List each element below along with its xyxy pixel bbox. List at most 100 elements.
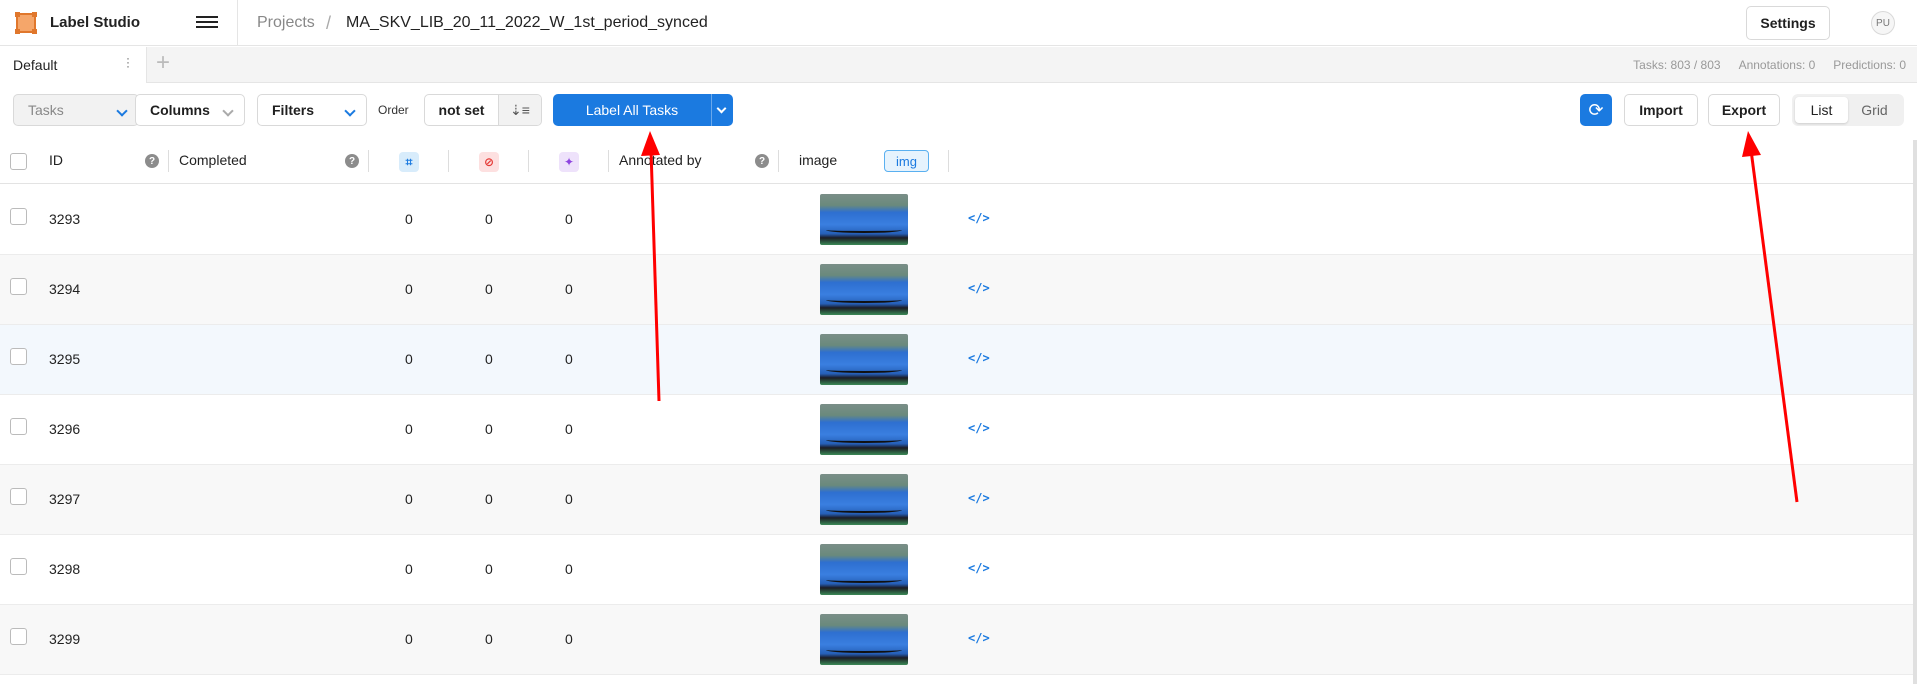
help-icon[interactable]: ? bbox=[345, 154, 359, 168]
predictions-count: 0 bbox=[565, 211, 573, 227]
table-row[interactable]: 3297 0 0 0 </> bbox=[0, 465, 1917, 535]
breadcrumb-projects-link[interactable]: Projects bbox=[257, 14, 315, 32]
image-thumbnail[interactable] bbox=[820, 404, 908, 455]
table-row[interactable]: 3298 0 0 0 </> bbox=[0, 535, 1917, 605]
order-select[interactable]: not set bbox=[425, 95, 499, 125]
code-view-icon[interactable]: </> bbox=[968, 351, 990, 365]
image-thumbnail[interactable] bbox=[820, 334, 908, 385]
avatar[interactable]: PU bbox=[1871, 11, 1895, 35]
columns-dropdown-label: Columns bbox=[150, 102, 210, 118]
view-toggle: List Grid bbox=[1792, 94, 1904, 126]
tabs-bar: Default · · · + Tasks: 803 / 803 Annotatio… bbox=[0, 47, 1917, 83]
view-list-button[interactable]: List bbox=[1795, 97, 1848, 123]
tab-default[interactable]: Default · · · bbox=[0, 47, 147, 83]
row-checkbox[interactable] bbox=[10, 558, 27, 575]
task-id: 3297 bbox=[49, 491, 81, 507]
code-view-icon[interactable]: </> bbox=[968, 631, 990, 645]
column-divider[interactable] bbox=[778, 150, 779, 172]
task-id: 3293 bbox=[49, 211, 81, 227]
add-tab-icon[interactable]: + bbox=[156, 51, 170, 75]
code-view-icon[interactable]: </> bbox=[968, 281, 990, 295]
table-body: 3293 0 0 0 </> 3294 0 0 0 </> 3295 0 0 0… bbox=[0, 185, 1917, 675]
column-header-image[interactable]: image bbox=[799, 152, 837, 168]
app-name[interactable]: Label Studio bbox=[50, 14, 140, 31]
predictions-count: Predictions: 0 bbox=[1833, 58, 1906, 72]
task-id: 3295 bbox=[49, 351, 81, 367]
label-all-dropdown-icon[interactable] bbox=[711, 94, 733, 126]
column-header-id[interactable]: ID bbox=[49, 152, 63, 168]
row-checkbox[interactable] bbox=[10, 418, 27, 435]
cancelled-count: 0 bbox=[485, 631, 493, 647]
export-button[interactable]: Export bbox=[1708, 94, 1780, 126]
tasks-count: Tasks: 803 / 803 bbox=[1633, 58, 1721, 72]
column-divider[interactable] bbox=[368, 150, 369, 172]
row-checkbox[interactable] bbox=[10, 488, 27, 505]
chevron-down-icon bbox=[116, 105, 128, 117]
table-row[interactable]: 3299 0 0 0 </> bbox=[0, 605, 1917, 675]
image-thumbnail[interactable] bbox=[820, 614, 908, 665]
code-view-icon[interactable]: </> bbox=[968, 491, 990, 505]
hamburger-menu-icon[interactable] bbox=[196, 13, 218, 33]
label-studio-logo-icon[interactable] bbox=[14, 11, 38, 35]
predictions-sparkle-icon[interactable]: ✦ bbox=[559, 152, 579, 172]
task-id: 3299 bbox=[49, 631, 81, 647]
order-control: not set ⇣≡ bbox=[424, 94, 542, 126]
tasks-dropdown[interactable]: Tasks bbox=[13, 94, 139, 126]
total-annotations-icon[interactable]: ⌗ bbox=[399, 152, 419, 172]
table-row[interactable]: 3293 0 0 0 </> bbox=[0, 185, 1917, 255]
label-all-tasks-label[interactable]: Label All Tasks bbox=[553, 94, 711, 126]
row-checkbox[interactable] bbox=[10, 208, 27, 225]
chevron-down-icon bbox=[222, 105, 234, 117]
code-view-icon[interactable]: </> bbox=[968, 211, 990, 225]
label-all-tasks-button[interactable]: Label All Tasks bbox=[553, 94, 733, 126]
total-annotations-count: 0 bbox=[405, 491, 413, 507]
table-row[interactable]: 3295 0 0 0 </> bbox=[0, 325, 1917, 395]
task-stats: Tasks: 803 / 803 Annotations: 0 Predicti… bbox=[1633, 58, 1906, 72]
filters-dropdown[interactable]: Filters bbox=[257, 94, 367, 126]
columns-dropdown[interactable]: Columns bbox=[135, 94, 245, 126]
cancelled-count: 0 bbox=[485, 421, 493, 437]
total-annotations-count: 0 bbox=[405, 351, 413, 367]
column-header-annotated-by[interactable]: Annotated by bbox=[619, 152, 702, 168]
chevron-down-icon bbox=[344, 105, 356, 117]
row-checkbox[interactable] bbox=[10, 628, 27, 645]
scrollbar[interactable] bbox=[1913, 140, 1917, 684]
table-row[interactable]: 3296 0 0 0 </> bbox=[0, 395, 1917, 465]
cancelled-annotations-icon[interactable]: ⊘ bbox=[479, 152, 499, 172]
image-thumbnail[interactable] bbox=[820, 544, 908, 595]
total-annotations-count: 0 bbox=[405, 281, 413, 297]
help-icon[interactable]: ? bbox=[755, 154, 769, 168]
row-checkbox[interactable] bbox=[10, 278, 27, 295]
refresh-icon[interactable]: ⟳ bbox=[1580, 94, 1612, 126]
filters-dropdown-label: Filters bbox=[272, 102, 315, 118]
code-view-icon[interactable]: </> bbox=[968, 561, 990, 575]
row-checkbox[interactable] bbox=[10, 348, 27, 365]
sort-direction-icon[interactable]: ⇣≡ bbox=[499, 95, 541, 125]
column-header-completed[interactable]: Completed bbox=[179, 152, 247, 168]
image-thumbnail[interactable] bbox=[820, 194, 908, 245]
select-all-checkbox[interactable] bbox=[10, 153, 27, 170]
predictions-count: 0 bbox=[565, 281, 573, 297]
help-icon[interactable]: ? bbox=[145, 154, 159, 168]
view-grid-button[interactable]: Grid bbox=[1848, 97, 1901, 123]
table-row[interactable]: 3294 0 0 0 </> bbox=[0, 255, 1917, 325]
column-divider[interactable] bbox=[948, 150, 949, 172]
column-divider[interactable] bbox=[608, 150, 609, 172]
top-bar: Label Studio Projects / MA_SKV_LIB_20_11… bbox=[0, 0, 1917, 46]
import-button[interactable]: Import bbox=[1624, 94, 1698, 126]
column-divider[interactable] bbox=[168, 150, 169, 172]
annotations-count: Annotations: 0 bbox=[1738, 58, 1816, 72]
task-id: 3296 bbox=[49, 421, 81, 437]
tab-options-icon[interactable]: · · · bbox=[126, 52, 130, 72]
code-view-icon[interactable]: </> bbox=[968, 421, 990, 435]
cancelled-count: 0 bbox=[485, 491, 493, 507]
settings-button[interactable]: Settings bbox=[1746, 6, 1830, 40]
total-annotations-count: 0 bbox=[405, 421, 413, 437]
total-annotations-count: 0 bbox=[405, 561, 413, 577]
image-thumbnail[interactable] bbox=[820, 474, 908, 525]
column-divider[interactable] bbox=[448, 150, 449, 172]
cancelled-count: 0 bbox=[485, 561, 493, 577]
total-annotations-count: 0 bbox=[405, 211, 413, 227]
column-divider[interactable] bbox=[528, 150, 529, 172]
image-thumbnail[interactable] bbox=[820, 264, 908, 315]
